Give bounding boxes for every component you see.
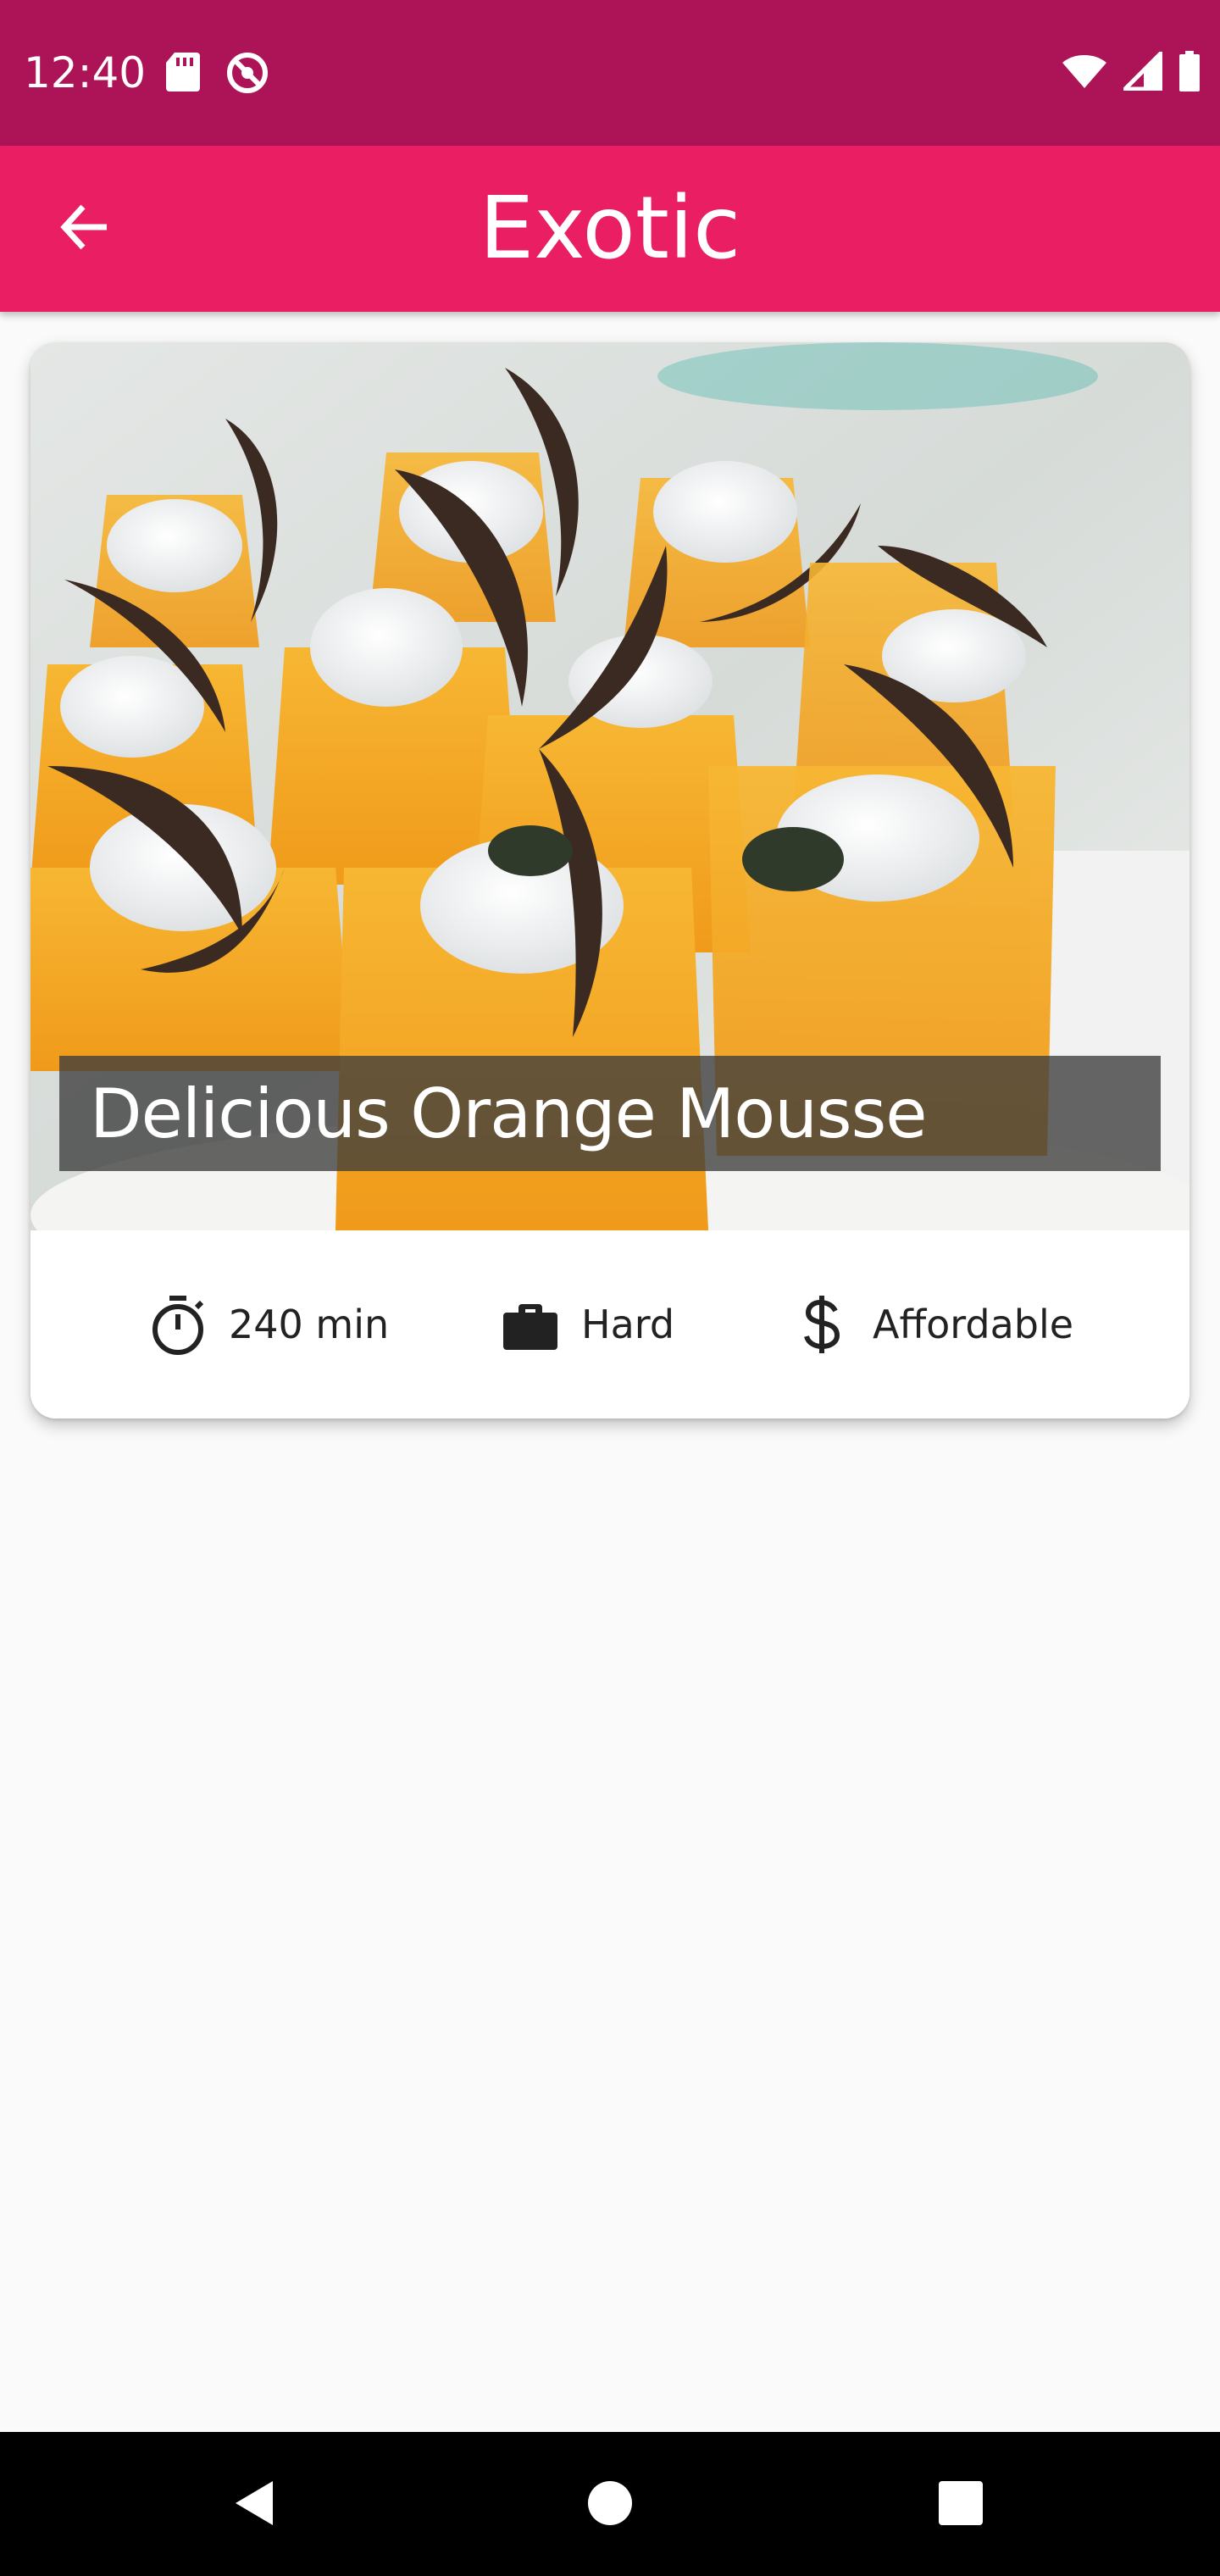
system-nav-bar (0, 2432, 1220, 2576)
briefcase-icon (498, 1292, 563, 1357)
meals-screen: 12:40 Exotic Delicious Orange Mousse 240… (0, 0, 1220, 2576)
affordability-label: Affordable (873, 1302, 1074, 1347)
meal-card[interactable]: Delicious Orange Mousse 240 min Hard Aff… (30, 342, 1190, 1418)
meal-title: Delicious Orange Mousse (90, 1074, 928, 1153)
recents-square-icon (937, 2479, 984, 2530)
battery-icon (1178, 51, 1201, 95)
nav-back-button[interactable] (215, 2466, 293, 2544)
wifi-icon (1061, 53, 1108, 93)
timer-icon (146, 1292, 210, 1357)
affordability-info: Affordable (790, 1230, 1073, 1418)
dollar-icon (790, 1292, 854, 1357)
home-circle-icon (586, 2479, 634, 2530)
nav-home-button[interactable] (571, 2466, 649, 2544)
signal-icon (1123, 51, 1163, 94)
complexity-info: Hard (498, 1230, 674, 1418)
status-right-icons (1061, 51, 1201, 95)
nav-recents-button[interactable] (922, 2466, 1000, 2544)
do-not-disturb-icon (225, 51, 269, 93)
meal-info-row: 240 min Hard Affordable (30, 1230, 1190, 1418)
meal-image: Delicious Orange Mousse (30, 342, 1190, 1230)
duration-info: 240 min (146, 1230, 389, 1418)
status-time: 12:40 (24, 48, 147, 97)
status-bar: 12:40 (0, 0, 1220, 146)
page-title: Exotic (479, 178, 741, 279)
sd-card-icon (164, 51, 202, 93)
meal-title-overlay: Delicious Orange Mousse (59, 1056, 1161, 1171)
app-bar: Exotic (0, 146, 1220, 312)
back-triangle-icon (229, 2478, 280, 2532)
complexity-label: Hard (581, 1302, 675, 1347)
duration-label: 240 min (229, 1302, 390, 1347)
